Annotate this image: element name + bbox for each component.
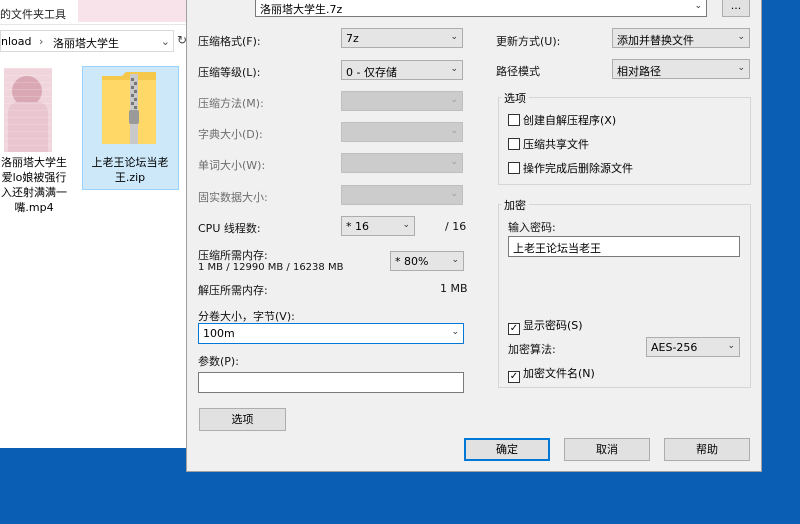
delete-after-label: 操作完成后删除源文件 [523, 162, 633, 175]
decompress-memory-value: 1 MB [440, 282, 468, 295]
chevron-down-icon[interactable]: ⌄ [694, 1, 702, 11]
encrypt-names-checkbox[interactable]: ✓ 加密文件名(N) [508, 365, 595, 383]
compress-shared-checkbox[interactable]: 压缩共享文件 [508, 136, 589, 152]
archive-name-combo[interactable]: 洛丽塔大学生.7z ⌄ [255, 0, 707, 17]
decompress-memory-label: 解压所需内存: [198, 284, 268, 297]
path-mode-label: 路径模式 [496, 65, 540, 78]
file-name-line: 爱lo娘被强行 [1, 171, 67, 184]
update-mode-label: 更新方式(U): [496, 35, 561, 48]
file-item-video[interactable]: 洛丽塔大学生 爱lo娘被强行 入还射满满一 嘴.mp4 [0, 155, 74, 215]
file-name-line: 王.zip [114, 171, 146, 184]
chevron-down-icon: ⌄ [737, 63, 745, 73]
password-value: 上老王论坛当老王 [513, 242, 601, 255]
memory-percent-value: * 80% [395, 255, 429, 268]
level-label: 压缩等级(L): [198, 66, 261, 79]
method-label: 压缩方法(M): [198, 97, 264, 110]
checkbox-box[interactable] [508, 162, 520, 174]
create-sfx-checkbox[interactable]: 创建自解压程序(X) [508, 112, 616, 128]
file-name-line: 入还射满满一 [1, 186, 67, 199]
file-name-line: 洛丽塔大学生 [1, 156, 67, 169]
checkbox-checked-icon[interactable]: ✓ [508, 371, 520, 383]
chevron-down-icon: ⌄ [451, 255, 459, 265]
split-volume-label: 分卷大小，字节(V): [198, 310, 295, 323]
chevron-down-icon: ⌄ [450, 189, 458, 199]
update-mode-value: 添加并替换文件 [617, 34, 694, 47]
encryption-method-label: 加密算法: [508, 343, 556, 356]
show-password-label: 显示密码(S) [523, 319, 583, 332]
options-button[interactable]: 选项 [199, 408, 286, 431]
memory-percent-select[interactable]: * 80% ⌄ [390, 251, 464, 271]
delete-after-checkbox[interactable]: 操作完成后删除源文件 [508, 160, 633, 176]
update-mode-select[interactable]: 添加并替换文件 ⌄ [612, 28, 750, 48]
chevron-down-icon: ⌄ [450, 95, 458, 105]
encryption-method-value: AES-256 [651, 341, 698, 354]
breadcrumb-separator-icon: › [39, 35, 44, 48]
word-size-label: 单词大小(W): [198, 159, 266, 172]
encrypt-names-label: 加密文件名(N) [523, 367, 595, 380]
browse-button[interactable]: ... [722, 0, 750, 17]
chevron-down-icon: ⌄ [450, 126, 458, 136]
file-explorer-window: 的文件夹工具 nload › 洛丽塔大学生 ⌄ ↻ 洛丽塔大学生 爱lo娘被强行… [0, 0, 200, 448]
threads-value: * 16 [346, 220, 369, 233]
help-button[interactable]: 帮助 [664, 438, 750, 461]
chevron-down-icon: ⌄ [450, 157, 458, 167]
address-bar[interactable]: nload › 洛丽塔大学生 ⌄ [0, 30, 174, 52]
add-to-archive-dialog: 洛丽塔大学生.7z ⌄ ... 压缩格式(F): 7z ⌄ 压缩等级(L): 0… [186, 0, 762, 472]
solid-block-select: ⌄ [341, 185, 463, 205]
ribbon-tab-folder-tools[interactable]: 的文件夹工具 [0, 6, 66, 22]
word-size-select: ⌄ [341, 153, 463, 173]
format-select[interactable]: 7z ⌄ [341, 28, 463, 48]
video-thumbnail[interactable] [4, 68, 52, 152]
split-volume-input[interactable]: 100m ⌄ [198, 323, 464, 344]
options-group-title: 选项 [501, 90, 529, 106]
password-input[interactable]: 上老王论坛当老王 [508, 236, 740, 257]
checkbox-box[interactable] [508, 138, 520, 150]
breadcrumb-downloads[interactable]: nload [1, 35, 31, 48]
archive-name-value: 洛丽塔大学生.7z [260, 3, 343, 16]
threads-select[interactable]: * 16 ⌄ [341, 216, 415, 236]
address-dropdown-icon[interactable]: ⌄ [161, 35, 170, 48]
threads-label: CPU 线程数: [198, 222, 261, 235]
chevron-down-icon: ⌄ [450, 32, 458, 42]
create-sfx-label: 创建自解压程序(X) [523, 114, 617, 127]
chevron-down-icon[interactable]: ⌄ [451, 327, 459, 337]
path-mode-value: 相对路径 [617, 65, 661, 78]
zip-folder-icon [102, 72, 156, 144]
encryption-group-title: 加密 [501, 197, 529, 213]
format-value: 7z [346, 32, 359, 45]
encryption-method-select[interactable]: AES-256 ⌄ [646, 337, 740, 357]
explorer-context-tab-highlight [78, 0, 198, 22]
file-name-line: 上老王论坛当老 [91, 156, 169, 169]
split-volume-value: 100m [203, 327, 235, 340]
ok-button[interactable]: 确定 [464, 438, 550, 461]
password-label: 输入密码: [508, 221, 556, 234]
checkbox-box[interactable] [508, 114, 520, 126]
threads-total: / 16 [445, 220, 467, 233]
level-value: 0 - 仅存储 [346, 66, 397, 79]
method-select: ⌄ [341, 91, 463, 111]
solid-block-label: 固实数据大小: [198, 191, 268, 204]
chevron-down-icon: ⌄ [450, 64, 458, 74]
dictionary-label: 字典大小(D): [198, 128, 263, 141]
chevron-down-icon: ⌄ [402, 220, 410, 230]
parameters-input[interactable] [198, 372, 464, 393]
format-label: 压缩格式(F): [198, 35, 261, 48]
checkbox-checked-icon[interactable]: ✓ [508, 323, 520, 335]
show-password-checkbox[interactable]: ✓ 显示密码(S) [508, 317, 583, 335]
compress-shared-label: 压缩共享文件 [523, 138, 589, 151]
parameters-label: 参数(P): [198, 355, 239, 368]
chevron-down-icon: ⌄ [737, 32, 745, 42]
dictionary-select: ⌄ [341, 122, 463, 142]
chevron-down-icon: ⌄ [727, 341, 735, 351]
memory-value: 1 MB / 12990 MB / 16238 MB [198, 262, 344, 273]
memory-label: 压缩所需内存: [198, 249, 268, 262]
cancel-button[interactable]: 取消 [564, 438, 650, 461]
explorer-ribbon-tabs: 的文件夹工具 [0, 0, 200, 25]
level-select[interactable]: 0 - 仅存储 ⌄ [341, 60, 463, 80]
path-mode-select[interactable]: 相对路径 ⌄ [612, 59, 750, 79]
breadcrumb-current-folder[interactable]: 洛丽塔大学生 [53, 35, 119, 51]
file-name-line: 嘴.mp4 [14, 201, 54, 214]
file-item-zip-label: 上老王论坛当老 王.zip [90, 155, 170, 185]
